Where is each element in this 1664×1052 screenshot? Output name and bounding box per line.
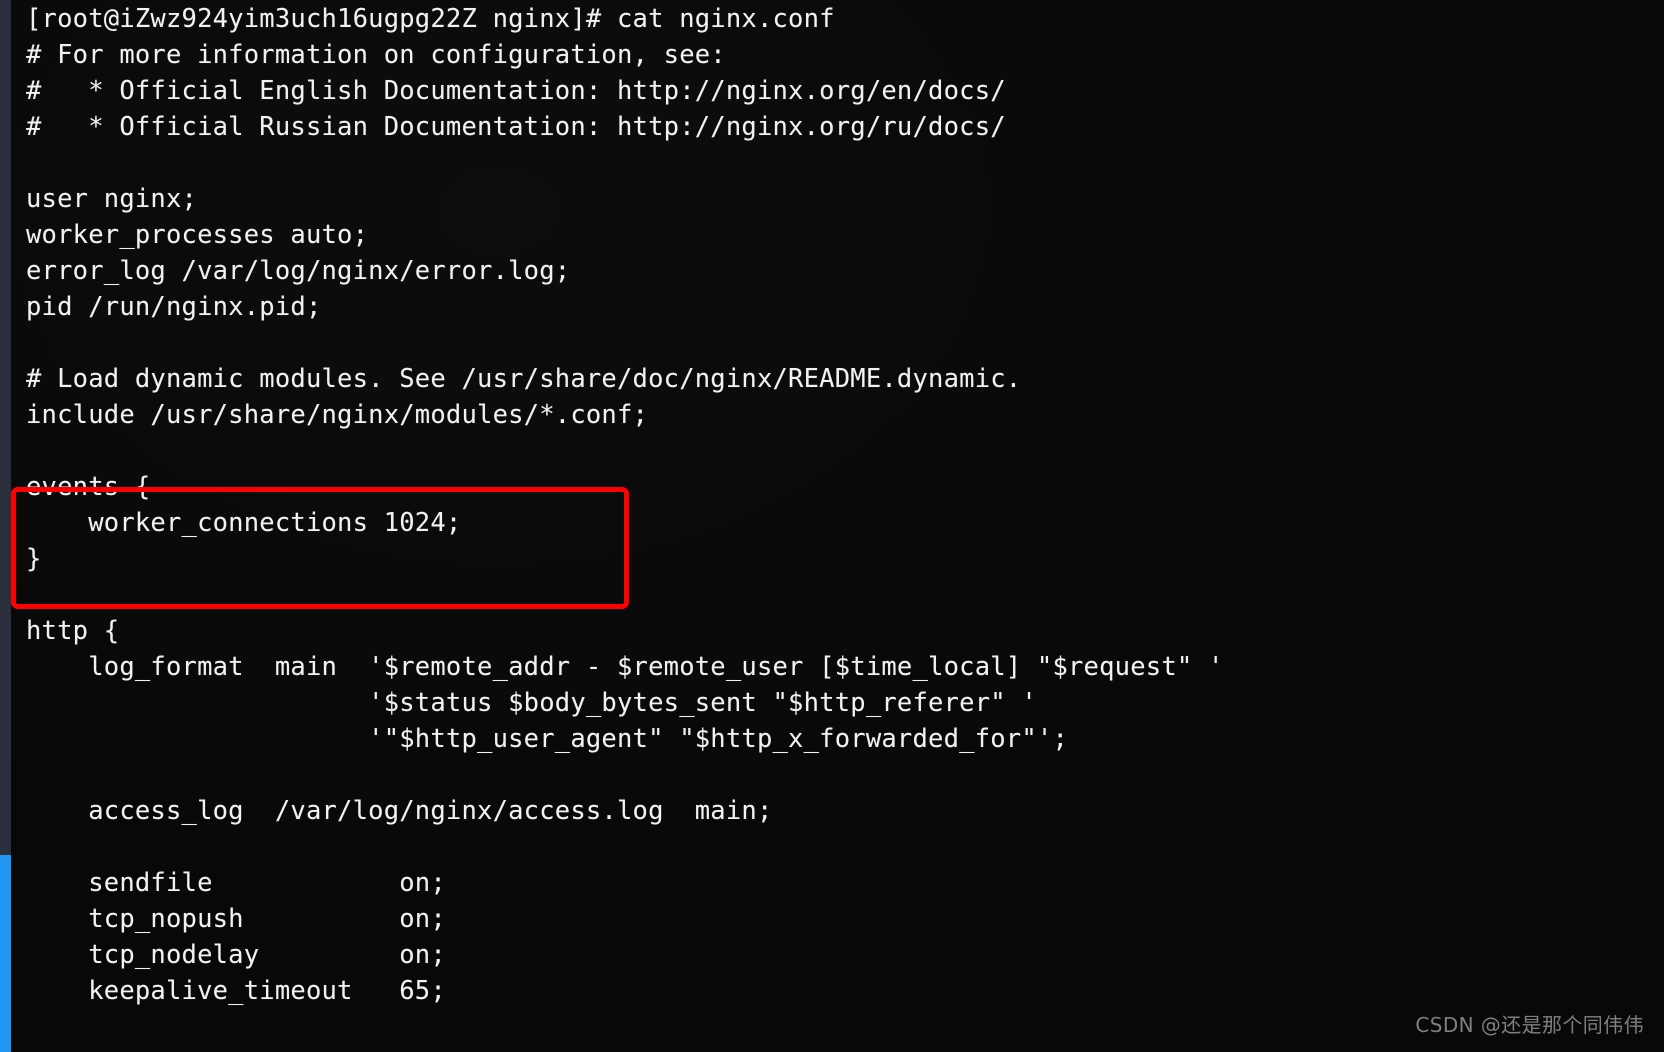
terminal-line-directive: user nginx; bbox=[26, 184, 198, 214]
terminal-line-comment: # For more information on configuration,… bbox=[26, 40, 726, 70]
terminal-line-prompt: [root@iZwz924yim3uch16ugpg22Z nginx]# ca… bbox=[26, 4, 835, 34]
terminal-line-tcp-nopush: tcp_nopush on; bbox=[26, 904, 446, 934]
terminal-line-log-format-cont: '$status $body_bytes_sent "$http_referer… bbox=[26, 688, 1037, 718]
vertical-scrollbar-track[interactable] bbox=[0, 0, 11, 1052]
terminal-line-directive: worker_processes auto; bbox=[26, 220, 369, 250]
terminal-line-events-open: events { bbox=[26, 472, 151, 502]
terminal-line-keepalive-timeout: keepalive_timeout 65; bbox=[26, 976, 446, 1006]
terminal-line-events-close: } bbox=[26, 544, 42, 574]
terminal-line-directive: pid /run/nginx.pid; bbox=[26, 292, 322, 322]
terminal-line-comment: # * Official English Documentation: http… bbox=[26, 76, 1006, 106]
terminal-line-log-format: log_format main '$remote_addr - $remote_… bbox=[26, 652, 1224, 682]
terminal-line-directive: error_log /var/log/nginx/error.log; bbox=[26, 256, 571, 286]
terminal-line-log-format-cont: '"$http_user_agent" "$http_x_forwarded_f… bbox=[26, 724, 1069, 754]
terminal-line-http-open: http { bbox=[26, 616, 120, 646]
terminal-line-access-log: access_log /var/log/nginx/access.log mai… bbox=[26, 796, 773, 826]
terminal-line-tcp-nodelay: tcp_nodelay on; bbox=[26, 940, 446, 970]
terminal-line-worker-connections: worker_connections 1024; bbox=[26, 508, 462, 538]
terminal-line-comment: # Load dynamic modules. See /usr/share/d… bbox=[26, 364, 1022, 394]
terminal-line-sendfile: sendfile on; bbox=[26, 868, 446, 898]
terminal-line-directive: include /usr/share/nginx/modules/*.conf; bbox=[26, 400, 649, 430]
terminal-line-comment: # * Official Russian Documentation: http… bbox=[26, 112, 1006, 142]
terminal-window[interactable]: [root@iZwz924yim3uch16ugpg22Z nginx]# ca… bbox=[0, 0, 1664, 1052]
csdn-watermark: CSDN @还是那个同伟伟 bbox=[1415, 1013, 1644, 1037]
vertical-scrollbar-thumb[interactable] bbox=[0, 855, 11, 1052]
terminal-output: [root@iZwz924yim3uch16ugpg22Z nginx]# ca… bbox=[0, 0, 1664, 1009]
